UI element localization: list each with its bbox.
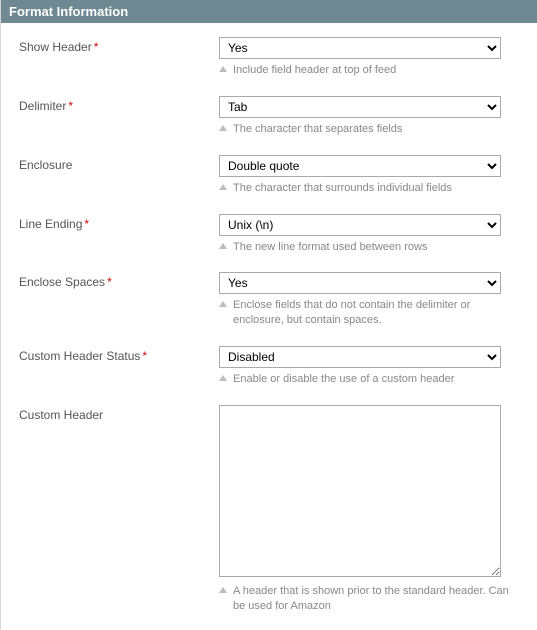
help-text: The new line format used between rows	[233, 240, 427, 255]
field-control: Tab The character that separates fields	[219, 96, 525, 137]
label-text: Custom Header	[19, 408, 103, 422]
field-label: Custom Header	[19, 405, 219, 422]
field-control: Disabled Enable or disable the use of a …	[219, 346, 525, 387]
field-row-custom-header-status: Custom Header Status* Disabled Enable or…	[19, 346, 525, 387]
field-label: Show Header*	[19, 37, 219, 54]
label-text: Enclose Spaces	[19, 275, 105, 289]
field-label: Delimiter*	[19, 96, 219, 113]
help-text: Include field header at top of feed	[233, 63, 396, 78]
field-help: A header that is shown prior to the stan…	[219, 584, 509, 614]
field-row-enclose-spaces: Enclose Spaces* Yes Enclose fields that …	[19, 272, 525, 328]
field-row-show-header: Show Header* Yes Include field header at…	[19, 37, 525, 78]
help-text: The character that separates fields	[233, 122, 402, 137]
field-help: Enable or disable the use of a custom he…	[219, 372, 509, 387]
required-mark: *	[84, 217, 89, 231]
label-text: Line Ending	[19, 217, 82, 231]
triangle-up-icon	[219, 375, 227, 381]
field-label: Enclose Spaces*	[19, 272, 219, 289]
label-text: Delimiter	[19, 99, 66, 113]
field-row-line-ending: Line Ending* Unix (\n) The new line form…	[19, 214, 525, 255]
field-control: Double quote The character that surround…	[219, 155, 525, 196]
field-help: Include field header at top of feed	[219, 63, 509, 78]
triangle-up-icon	[219, 184, 227, 190]
triangle-up-icon	[219, 125, 227, 131]
label-text: Show Header	[19, 40, 92, 54]
triangle-up-icon	[219, 587, 227, 593]
field-row-delimiter: Delimiter* Tab The character that separa…	[19, 96, 525, 137]
field-control: A header that is shown prior to the stan…	[219, 405, 525, 614]
triangle-up-icon	[219, 301, 227, 307]
label-text: Enclosure	[19, 158, 72, 172]
delimiter-select[interactable]: Tab	[219, 96, 501, 118]
triangle-up-icon	[219, 243, 227, 249]
required-mark: *	[94, 40, 99, 54]
help-text: The character that surrounds individual …	[233, 181, 452, 196]
field-help: The character that surrounds individual …	[219, 181, 509, 196]
field-control: Yes Include field header at top of feed	[219, 37, 525, 78]
field-label: Enclosure	[19, 155, 219, 172]
field-help: The character that separates fields	[219, 122, 509, 137]
panel-body: Show Header* Yes Include field header at…	[1, 23, 537, 630]
field-help: Enclose fields that do not contain the d…	[219, 298, 509, 328]
required-mark: *	[142, 349, 147, 363]
show-header-select[interactable]: Yes	[219, 37, 501, 59]
panel-title: Format Information	[1, 0, 537, 23]
field-label: Custom Header Status*	[19, 346, 219, 363]
custom-header-textarea[interactable]	[219, 405, 501, 577]
label-text: Custom Header Status	[19, 349, 140, 363]
field-row-enclosure: Enclosure Double quote The character tha…	[19, 155, 525, 196]
help-text: Enclose fields that do not contain the d…	[233, 298, 509, 328]
field-row-custom-header: Custom Header A header that is shown pri…	[19, 405, 525, 614]
triangle-up-icon	[219, 66, 227, 72]
enclosure-select[interactable]: Double quote	[219, 155, 501, 177]
line-ending-select[interactable]: Unix (\n)	[219, 214, 501, 236]
format-information-panel: Format Information Show Header* Yes Incl…	[0, 0, 537, 630]
help-text: Enable or disable the use of a custom he…	[233, 372, 454, 387]
field-label: Line Ending*	[19, 214, 219, 231]
required-mark: *	[107, 275, 112, 289]
help-text: A header that is shown prior to the stan…	[233, 584, 509, 614]
field-help: The new line format used between rows	[219, 240, 509, 255]
enclose-spaces-select[interactable]: Yes	[219, 272, 501, 294]
custom-header-status-select[interactable]: Disabled	[219, 346, 501, 368]
field-control: Yes Enclose fields that do not contain t…	[219, 272, 525, 328]
field-control: Unix (\n) The new line format used betwe…	[219, 214, 525, 255]
required-mark: *	[68, 99, 73, 113]
